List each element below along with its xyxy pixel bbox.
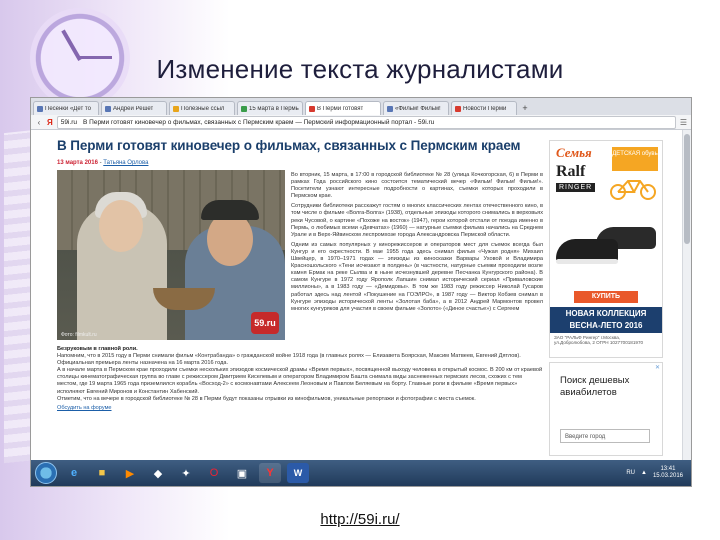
close-icon[interactable]: ✕ <box>655 364 660 371</box>
tab-label: «Фильм! Фильм! <box>395 105 441 112</box>
tab-label: В Перми готовят <box>317 105 364 112</box>
browser-tab[interactable]: Андрей Решет <box>101 101 167 115</box>
start-button[interactable] <box>35 462 57 484</box>
tab-favicon-icon <box>241 105 247 112</box>
tray-time: 13:41 <box>660 466 676 472</box>
watermark-logo: 59.ru <box>251 312 279 334</box>
article-author[interactable]: Татьяна Орлова <box>103 160 148 166</box>
yandex-icon[interactable]: Я <box>47 118 53 127</box>
article-paragraph: Сотрудники библиотеки расскажут гостям о… <box>291 203 543 238</box>
shoe-ad-banner[interactable]: Семья ДЕТСКАЯ обувь Ralf RINGER КУПИТЬ Н… <box>549 140 663 358</box>
media-player-icon[interactable]: ▶ <box>119 463 141 483</box>
ad-semya-logo: Семья <box>556 145 592 160</box>
article-paragraph: Отметим, что на вечере в городской библи… <box>57 395 476 402</box>
tray-clock[interactable]: 13:41 15.03.2016 <box>653 466 683 480</box>
tab-favicon-icon <box>387 105 393 112</box>
ad-buy-button[interactable]: КУПИТЬ <box>574 291 638 303</box>
clipboard-icon[interactable]: ▣ <box>231 463 253 483</box>
browser-tab[interactable]: 15 марта в Пермь <box>237 101 303 115</box>
ad-kids-badge: ДЕТСКАЯ обувь <box>612 147 658 171</box>
scrollbar-thumb[interactable] <box>684 134 690 244</box>
tab-label: Новости Перми <box>463 105 507 112</box>
game-icon[interactable]: ✦ <box>175 463 197 483</box>
tray-date: 15.03.2016 <box>652 473 683 479</box>
article-date: 13 марта 2016 <box>57 160 98 166</box>
discuss-forum-link[interactable]: Обсудить на форуме <box>57 405 543 412</box>
article-photo: 59.ru Фото: filmkult.ru <box>57 170 285 340</box>
bicycle-icon <box>610 180 656 200</box>
tab-favicon-icon <box>37 105 43 112</box>
tab-label: Андрей Решет <box>113 105 154 112</box>
address-page-title: В Перми готовят киновечер о фильмах, свя… <box>83 118 435 126</box>
photo-man-cap <box>201 200 259 220</box>
address-bar-row: ‹ Я 59i.ru В Перми готовят киновечер о ф… <box>31 115 691 130</box>
browser-tab[interactable]: Песенки «Дет то <box>33 101 99 115</box>
article-paragraph: Во вторник, 15 марта, в 17:00 в городско… <box>291 172 543 200</box>
ad-ralf-logo: Ralf <box>556 163 586 180</box>
ad-shoes-image <box>554 213 658 287</box>
vertical-scrollbar[interactable] <box>682 130 691 460</box>
slide-title: Изменение текста журналистами <box>156 54 564 84</box>
article-paragraph: Напомним, что в 2015 году в Перми снимал… <box>57 353 521 367</box>
article-paragraph: Одним из самых популярных у кинорежиссер… <box>291 241 543 312</box>
article-body: Во вторник, 15 марта, в 17:00 в городско… <box>291 172 543 316</box>
menu-icon[interactable]: ☰ <box>680 118 687 127</box>
ad-legal-text: ЗАО "РАЛЬФ Рингер" г.Москва, ул.Добролюб… <box>554 335 644 346</box>
tab-favicon-icon <box>455 105 461 112</box>
folder-icon[interactable]: ■ <box>91 463 113 483</box>
internet-explorer-icon[interactable]: e <box>63 463 85 483</box>
shoe-sole <box>556 259 618 264</box>
article-paragraph: А в начале марта в Пермском крае проходи… <box>57 367 543 395</box>
yandex-browser-icon[interactable]: Y <box>259 463 281 483</box>
tab-label: 15 марта в Пермь <box>249 105 299 112</box>
system-tray: RU ▲ 13:41 15.03.2016 <box>626 466 691 480</box>
tab-favicon-icon <box>173 105 179 112</box>
photo-woman-face <box>99 200 143 252</box>
browser-tab[interactable]: Новости Перми <box>451 101 517 115</box>
flight-ad-title: Поиск дешевых авиабилетов <box>560 375 630 398</box>
windows-taskbar: e ■ ▶ ◆ ✦ O ▣ Y W RU ▲ 13:41 15.03.2016 <box>31 460 691 486</box>
browser-tab[interactable]: В Перми готовят <box>305 101 381 115</box>
word-icon[interactable]: W <box>287 463 309 483</box>
tab-label: Полезные ссыл <box>181 105 225 112</box>
ad-ringer-logo: RINGER <box>556 183 596 192</box>
tab-favicon-icon <box>105 105 111 112</box>
photo-credit: Фото: filmkult.ru <box>61 332 97 338</box>
new-tab-button[interactable]: + <box>519 103 531 115</box>
back-icon[interactable]: ‹ <box>35 118 43 127</box>
photo-man-face <box>207 212 253 266</box>
ad-collection-text: НОВАЯ КОЛЛЕКЦИЯ ВЕСНА-ЛЕТО 2016 <box>550 307 662 333</box>
slide-source-link[interactable]: http://59i.ru/ <box>0 511 720 528</box>
web-page: В Перми готовят киновечер о фильмах, свя… <box>31 130 691 460</box>
tab-label: Песенки «Дет то <box>45 105 91 112</box>
language-indicator[interactable]: RU <box>626 470 635 476</box>
city-input[interactable]: Введите город <box>560 429 650 443</box>
address-domain: 59i.ru <box>60 118 78 126</box>
article-continuation: Безруковым в главной роли. Напомним, что… <box>57 346 543 412</box>
browser-tab[interactable]: Полезные ссыл <box>169 101 235 115</box>
article-meta: 13 марта 2016 - Татьяна Орлова <box>57 160 148 166</box>
address-field[interactable]: 59i.ru В Перми готовят киновечер о фильм… <box>56 115 676 129</box>
article-headline: В Перми готовят киновечер о фильмах, свя… <box>57 138 521 153</box>
flight-ad-banner[interactable]: ✕ Поиск дешевых авиабилетов Введите горо… <box>549 362 663 456</box>
ad-brand-area: Семья ДЕТСКАЯ обувь Ralf RINGER <box>550 141 662 207</box>
tab-favicon-icon <box>309 105 315 112</box>
tab-bar: Песенки «Дет то Андрей Решет Полезные ссыл… <box>31 98 691 115</box>
browser-screenshot: Песенки «Дет то Андрей Решет Полезные ссыл… <box>30 97 692 487</box>
opera-icon[interactable]: O <box>203 463 225 483</box>
network-icon[interactable]: ▲ <box>641 470 647 476</box>
browser-tab[interactable]: «Фильм! Фильм! <box>383 101 449 115</box>
explorer-icon[interactable]: ◆ <box>147 463 169 483</box>
